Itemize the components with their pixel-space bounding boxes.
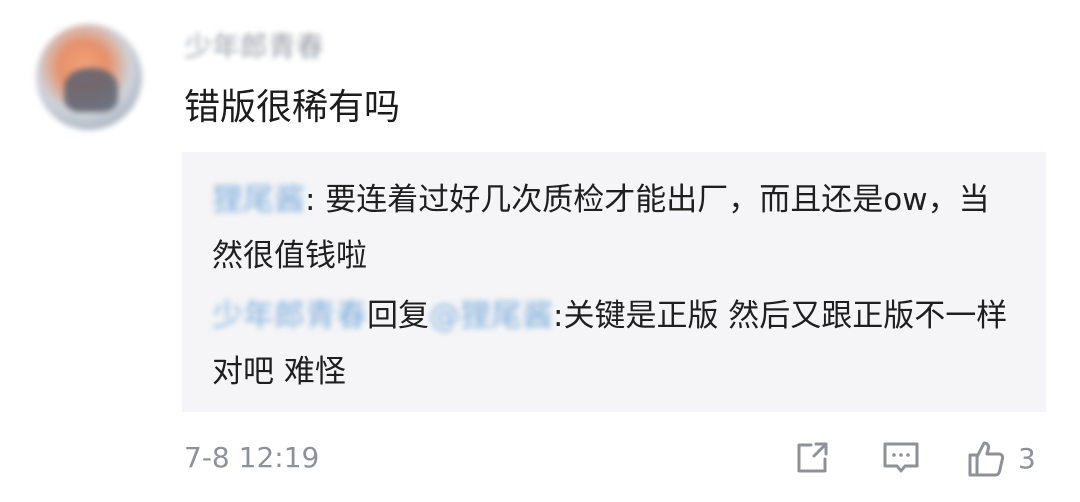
reply-item: 狸尾酱: 要连着过好几次质检才能出厂，而且还是ow，当然很值钱啦 (212, 172, 1012, 284)
share-button[interactable] (792, 434, 832, 482)
reply-word: 回复 (367, 298, 429, 334)
comment-text: 错版很稀有吗 (184, 87, 401, 128)
like-count: 3 (1018, 441, 1036, 475)
share-icon (792, 438, 832, 478)
reply-item: 少年郎青春回复@狸尾酱:关键是正版 然后又跟正版不一样对吧 难怪 (212, 288, 1012, 400)
like-button[interactable]: 3 (966, 434, 1036, 482)
reply-target[interactable]: @狸尾酱 (429, 288, 553, 344)
reply-text: 要连着过好几次质检才能出厂，而且还是ow，当然很值钱啦 (212, 182, 990, 274)
reply-author[interactable]: 狸尾酱 (212, 172, 305, 228)
comment-button[interactable] (880, 434, 922, 482)
reply-separator: : (553, 298, 564, 334)
username[interactable]: 少年郎青春 (184, 30, 360, 64)
reply-separator: : (305, 182, 316, 218)
reply-author[interactable]: 少年郎青春 (212, 288, 367, 344)
comment-icon (880, 437, 922, 479)
reply-list[interactable]: 狸尾酱: 要连着过好几次质检才能出厂，而且还是ow，当然很值钱啦 少年郎青春回复… (182, 152, 1046, 412)
thumbs-up-icon (966, 437, 1008, 479)
avatar[interactable] (36, 24, 142, 130)
comment-timestamp: 7-8 12:19 (184, 441, 320, 474)
